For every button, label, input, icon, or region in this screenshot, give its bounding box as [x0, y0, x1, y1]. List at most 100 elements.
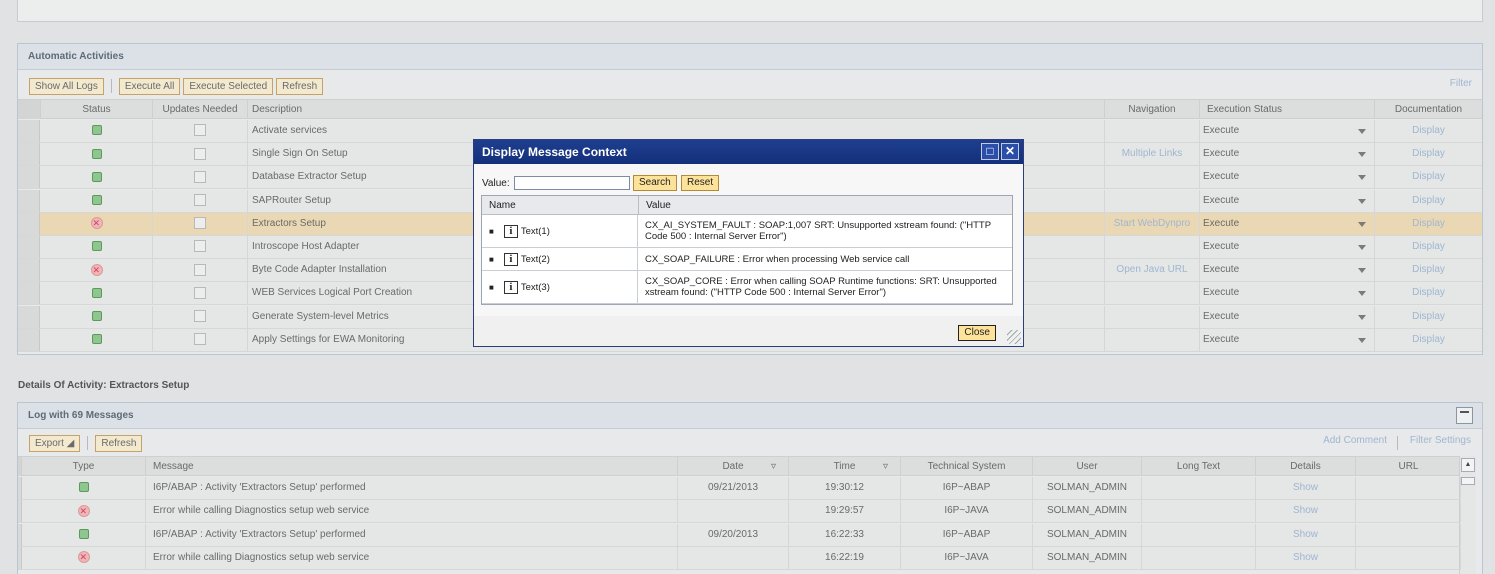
col-date[interactable]: Date ▿ [678, 457, 789, 476]
chevron-down-icon[interactable] [1358, 245, 1366, 250]
updates-needed-checkbox[interactable] [194, 240, 206, 253]
updates-needed-checkbox[interactable] [194, 309, 206, 322]
close-button[interactable]: Close [958, 325, 996, 341]
details-link[interactable]: Show [1256, 523, 1356, 546]
col-type: Type [22, 457, 146, 476]
navigation-link[interactable] [1105, 282, 1200, 305]
documentation-link[interactable]: Display [1375, 166, 1482, 188]
resize-grip-icon[interactable] [1007, 330, 1021, 344]
updates-needed-checkbox[interactable] [194, 286, 206, 299]
show-all-logs-button[interactable]: Show All Logs [29, 77, 104, 95]
chevron-down-icon[interactable] [1358, 291, 1366, 297]
navigation-link[interactable]: Open Java URL [1105, 259, 1200, 282]
documentation-link[interactable]: Display [1375, 259, 1482, 281]
details-link[interactable]: Show [1256, 546, 1356, 569]
updates-needed-checkbox[interactable] [194, 333, 206, 346]
documentation-link[interactable]: Display [1375, 282, 1482, 304]
row-selector[interactable] [18, 259, 40, 282]
filter-link[interactable]: Filter [1450, 78, 1472, 89]
updates-needed-cell [153, 259, 248, 282]
context-row[interactable]: ■ i Text(2) CX_SOAP_FAILURE : Error when pr… [482, 248, 1012, 271]
navigation-link[interactable] [1105, 189, 1200, 212]
chevron-down-icon[interactable] [1358, 268, 1366, 274]
details-link[interactable]: Show [1256, 477, 1356, 499]
row-selector[interactable] [18, 143, 40, 166]
value-input[interactable] [514, 176, 630, 190]
navigation-link[interactable] [1105, 166, 1200, 189]
execution-status-select[interactable]: Execute [1200, 236, 1375, 258]
row-selector[interactable] [18, 305, 40, 328]
row-selector[interactable] [18, 120, 40, 142]
documentation-link[interactable]: Display [1375, 190, 1482, 212]
row-selector[interactable] [18, 328, 40, 351]
reset-button[interactable]: Reset [681, 175, 720, 191]
execution-status-select[interactable]: Execute [1200, 143, 1375, 166]
chevron-down-icon[interactable] [1358, 337, 1366, 343]
execution-status-select[interactable]: Execute [1200, 166, 1375, 189]
chevron-down-icon[interactable] [1358, 221, 1366, 227]
row-selector[interactable] [18, 189, 40, 212]
navigation-link[interactable] [1105, 120, 1200, 142]
search-button[interactable]: Search [633, 175, 677, 191]
chevron-down-icon[interactable] [1358, 198, 1366, 204]
updates-needed-checkbox[interactable] [194, 217, 206, 230]
navigation-link[interactable] [1105, 236, 1200, 258]
row-selector[interactable] [18, 166, 40, 189]
execution-status-select[interactable]: Execute [1200, 120, 1375, 142]
navigation-link[interactable]: Multiple Links [1105, 143, 1200, 166]
filter-icon[interactable]: ▿ [883, 457, 888, 476]
chevron-down-icon[interactable] [1358, 314, 1366, 320]
navigation-link[interactable]: Start WebDynpro [1105, 212, 1200, 235]
col-time[interactable]: Time ▿ [789, 457, 901, 476]
chevron-down-icon[interactable] [1358, 129, 1366, 134]
execution-status-select[interactable]: Execute [1200, 259, 1375, 282]
add-comment-link[interactable]: Add Comment [1323, 435, 1387, 446]
execution-status-select[interactable]: Execute [1200, 305, 1375, 328]
time-cell: 19:29:57 [789, 500, 901, 523]
updates-needed-checkbox[interactable] [194, 193, 206, 206]
execution-status-select[interactable]: Execute [1200, 282, 1375, 305]
filter-settings-link[interactable]: Filter Settings [1410, 435, 1471, 446]
execution-status-select[interactable]: Execute [1200, 189, 1375, 212]
context-row[interactable]: ■ i Text(3) CX_SOAP_CORE : Error when calli… [482, 271, 1012, 304]
updates-needed-checkbox[interactable] [194, 124, 206, 137]
filter-icon[interactable]: ▿ [771, 457, 776, 476]
row-selector[interactable] [18, 236, 40, 258]
details-link[interactable]: Show [1256, 500, 1356, 523]
context-row[interactable]: ■ i Text(1) CX_AI_SYSTEM_FAULT : SOAP:1,007… [482, 215, 1012, 248]
export-button[interactable]: Export ◢ [29, 434, 81, 452]
documentation-link[interactable]: Display [1375, 236, 1482, 258]
documentation-link[interactable]: Display [1375, 120, 1482, 142]
table-row[interactable]: Error while calling Diagnostics setup we… [18, 546, 1461, 570]
vertical-scrollbar[interactable]: ▲ [1459, 456, 1476, 574]
table-row[interactable]: Error while calling Diagnostics setup we… [18, 500, 1461, 524]
documentation-link[interactable]: Display [1375, 143, 1482, 165]
chevron-down-icon[interactable] [1358, 152, 1366, 158]
execution-status-select[interactable]: Execute [1200, 212, 1375, 235]
execute-all-button[interactable]: Execute All [118, 77, 181, 95]
maximize-icon[interactable]: □ [981, 143, 999, 160]
updates-needed-checkbox[interactable] [194, 263, 206, 276]
table-row[interactable]: I6P/ABAP : Activity 'Extractors Setup' p… [18, 523, 1461, 547]
col-date-label: Date [722, 461, 744, 472]
chevron-down-icon[interactable] [1358, 175, 1366, 181]
documentation-link[interactable]: Display [1375, 213, 1482, 235]
row-selector[interactable] [18, 212, 40, 235]
close-icon[interactable]: ✕ [1001, 143, 1019, 160]
table-row[interactable]: I6P/ABAP : Activity 'Extractors Setup' p… [18, 477, 1461, 500]
updates-needed-checkbox[interactable] [194, 147, 206, 160]
context-name: Text(2) [520, 253, 550, 265]
refresh-button[interactable]: Refresh [276, 77, 324, 95]
execute-selected-button[interactable]: Execute Selected [183, 77, 274, 95]
documentation-link[interactable]: Display [1375, 329, 1482, 351]
scroll-thumb[interactable] [1461, 477, 1475, 485]
collapse-icon[interactable] [1456, 407, 1473, 424]
scroll-up-icon[interactable]: ▲ [1461, 458, 1475, 472]
row-selector[interactable] [18, 282, 40, 305]
updates-needed-checkbox[interactable] [194, 170, 206, 183]
navigation-link[interactable] [1105, 328, 1200, 351]
execution-status-select[interactable]: Execute [1200, 328, 1375, 351]
log-refresh-button[interactable]: Refresh [95, 434, 143, 452]
documentation-link[interactable]: Display [1375, 306, 1482, 328]
navigation-link[interactable] [1105, 305, 1200, 328]
